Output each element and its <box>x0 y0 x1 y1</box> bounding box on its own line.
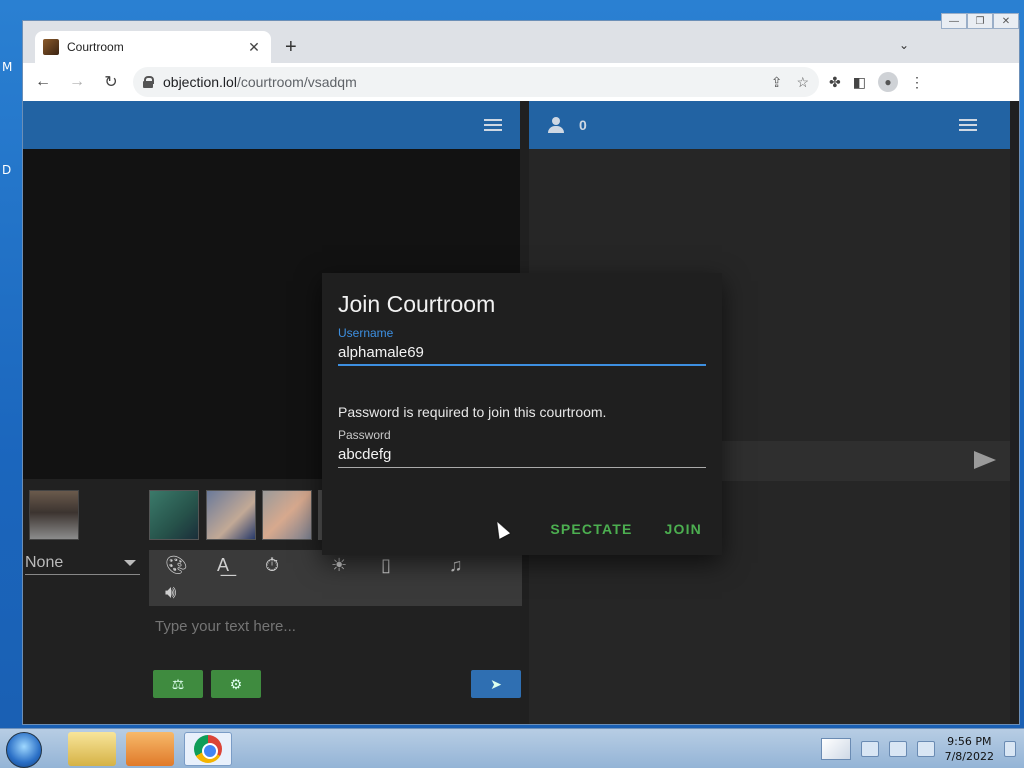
action-center-icon[interactable] <box>820 738 851 760</box>
send-message-button[interactable]: ➤ <box>471 670 521 698</box>
media-player-icon[interactable] <box>126 732 174 766</box>
character-select-value: None <box>25 553 64 571</box>
password-input[interactable] <box>338 442 706 468</box>
flag-icon[interactable] <box>888 741 907 757</box>
tab-close-icon[interactable]: ✕ <box>245 39 263 56</box>
join-button[interactable]: JOIN <box>665 521 702 537</box>
clock-time: 9:56 PM <box>947 735 992 748</box>
chat-header: 0 <box>529 101 1010 149</box>
show-desktop-button[interactable] <box>1004 741 1016 757</box>
pose-thumbnail[interactable] <box>206 490 256 540</box>
new-tab-button[interactable]: + <box>285 36 297 59</box>
share-icon[interactable]: ⇪ <box>771 74 783 91</box>
character-select[interactable]: None <box>25 551 140 575</box>
courtroom-header <box>23 101 520 149</box>
dialog-title: Join Courtroom <box>338 291 496 317</box>
bookmark-star-icon[interactable]: ☆ <box>796 74 809 91</box>
settings-button[interactable]: ⚙︎ <box>211 670 261 698</box>
text-format-icon[interactable]: A͟ <box>217 556 229 574</box>
favicon-icon <box>43 39 59 55</box>
desktop-icon-label: D <box>2 163 12 177</box>
back-button[interactable]: ← <box>29 68 57 96</box>
brightness-icon[interactable]: ☀︎ <box>331 556 347 574</box>
tab-courtroom[interactable]: Courtroom ✕ <box>35 31 271 63</box>
palette-icon[interactable]: 🎨︎ <box>165 556 188 574</box>
volume-icon[interactable]: 🔊︎ <box>165 583 176 601</box>
network-icon[interactable] <box>860 741 879 757</box>
username-label: Username <box>338 326 394 340</box>
speaker-icon[interactable] <box>916 741 935 757</box>
chevron-down-icon <box>124 559 136 566</box>
user-count: 0 <box>579 117 587 133</box>
menu-dots-icon[interactable]: ⋮ <box>910 74 924 91</box>
timer-icon[interactable]: ⏱︎ <box>265 556 279 574</box>
url-host: objection.lol <box>163 74 237 90</box>
url-path: /courtroom/vsadqm <box>236 74 357 90</box>
password-label: Password <box>338 428 391 442</box>
address-bar[interactable]: objection.lol /courtroom/vsadqm ⇪ ☆ <box>133 67 819 97</box>
clock-date: 7/8/2022 <box>944 750 994 763</box>
system-tray: 9:56 PM 7/8/2022 <box>820 729 1016 768</box>
spectate-button[interactable]: SPECTATE <box>550 521 632 537</box>
dialog-actions: SPECTATE JOIN <box>550 521 702 537</box>
chrome-icon <box>194 735 222 763</box>
music-icon[interactable]: ♫ <box>449 556 463 574</box>
user-icon <box>547 117 565 133</box>
start-button[interactable] <box>6 732 42 768</box>
reload-button[interactable]: ↻ <box>97 68 125 96</box>
chrome-taskbar-button[interactable] <box>184 732 232 766</box>
username-input[interactable] <box>338 340 706 366</box>
vibrate-icon[interactable]: ▯ <box>381 556 391 574</box>
taskbar: 9:56 PM 7/8/2022 <box>0 728 1024 768</box>
hamburger-menu-icon[interactable] <box>484 119 502 131</box>
evidence-button[interactable]: ⚖︎ <box>153 670 203 698</box>
page-viewport: 0 None 🎨︎ A͟ ⏱︎ ☀︎ ▯ ♫ 🔊︎ ⚖︎ ⚙︎ <box>23 101 1019 724</box>
pose-thumbnail[interactable] <box>149 490 199 540</box>
tab-bar: Courtroom ✕ + ⌄ <box>23 21 1019 63</box>
message-input[interactable] <box>155 614 520 638</box>
clock[interactable]: 9:56 PM 7/8/2022 <box>945 734 994 764</box>
chat-menu-icon[interactable] <box>959 119 977 131</box>
password-required-note: Password is required to join this courtr… <box>338 404 607 420</box>
side-panel-icon[interactable]: ◧ <box>853 74 866 91</box>
file-explorer-icon[interactable] <box>68 732 116 766</box>
tab-title: Courtroom <box>67 40 124 54</box>
forward-button[interactable]: → <box>63 68 91 96</box>
browser-window: — ❐ ✕ Courtroom ✕ + ⌄ ← → ↻ objection.lo… <box>22 13 1020 725</box>
effects-toolbar: 🎨︎ A͟ ⏱︎ ☀︎ ▯ ♫ 🔊︎ <box>149 550 522 606</box>
join-courtroom-dialog: Join Courtroom Username Password is requ… <box>322 273 722 555</box>
tab-search-icon[interactable]: ⌄ <box>899 38 909 52</box>
extensions-icon[interactable]: ✤ <box>829 74 841 91</box>
character-portrait[interactable] <box>29 490 79 540</box>
send-chat-icon[interactable] <box>974 451 996 469</box>
lock-icon[interactable] <box>143 76 154 88</box>
browser-toolbar: ← → ↻ objection.lol /courtroom/vsadqm ⇪ … <box>23 63 1019 101</box>
pose-thumbnail[interactable] <box>262 490 312 540</box>
profile-icon[interactable]: ● <box>877 72 898 92</box>
desktop-icon-label: M <box>2 60 13 74</box>
